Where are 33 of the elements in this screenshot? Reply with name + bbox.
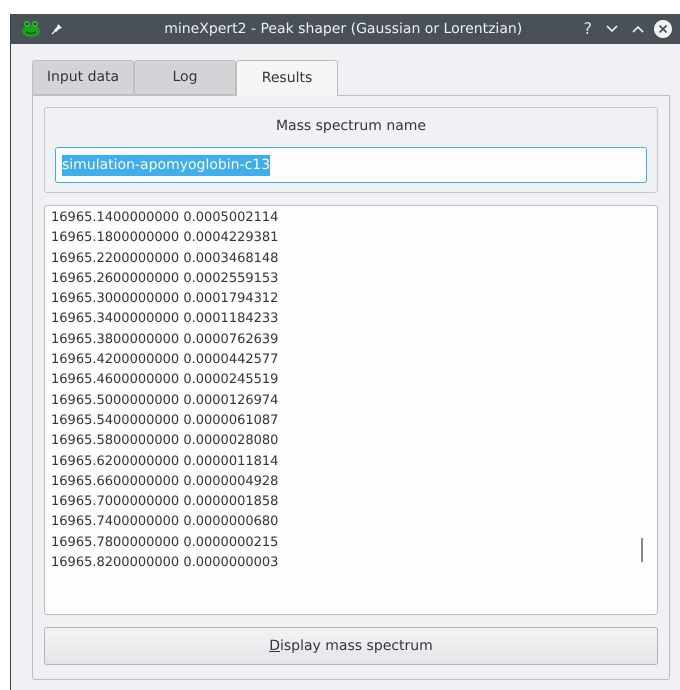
- result-line: 16965.7800000000 0.0000000215: [51, 534, 278, 552]
- result-line: 16965.5000000000 0.0000126974: [51, 392, 278, 410]
- result-line: 16965.8200000000 0.0000000003: [51, 554, 278, 572]
- result-line: 16965.4200000000 0.0000442577: [51, 351, 278, 370]
- result-line: 16965.3800000000 0.0000762639: [51, 330, 278, 349]
- tab[interactable]: Log: [134, 60, 236, 95]
- results-text-area[interactable]: [44, 205, 658, 615]
- result-line: 16965.5800000000 0.0000028080: [51, 432, 278, 450]
- display-mass-spectrum-button[interactable]: Display mass spectrum: [44, 627, 658, 665]
- result-line: 16965.2200000000 0.0003468148: [51, 250, 278, 268]
- result-line: 16965.7000000000 0.0000001858: [51, 493, 278, 512]
- result-line: 16965.1400000000 0.0005002114: [51, 209, 278, 227]
- minimize-icon[interactable]: [606, 25, 618, 33]
- close-icon[interactable]: [654, 20, 672, 38]
- result-line: 16965.2600000000 0.0002559153: [51, 270, 278, 288]
- result-line: 16965.1800000000 0.0004229381: [51, 229, 278, 248]
- maximize-icon[interactable]: [632, 25, 644, 33]
- result-line: 16965.7400000000 0.0000000680: [51, 513, 278, 532]
- result-line: 16965.6200000000 0.0000011814: [51, 452, 278, 471]
- help-button[interactable]: ?: [584, 17, 592, 41]
- pin-icon[interactable]: [51, 23, 63, 35]
- frog-icon: [21, 20, 41, 38]
- window-title: mineXpert2 - Peak shaper (Gaussian or Lorentzian): [163, 20, 524, 38]
- result-line: 16965.3000000000 0.0001794312: [51, 290, 278, 308]
- tab[interactable]: Results: [236, 60, 338, 96]
- scrollbar-thumb[interactable]: [641, 538, 643, 562]
- tab[interactable]: Input data: [32, 60, 134, 95]
- result-line: 16965.4600000000 0.0000245519: [51, 371, 278, 390]
- result-line: 16965.6600000000 0.0000004928: [51, 472, 278, 491]
- result-line: 16965.3400000000 0.0001184233: [51, 310, 278, 328]
- result-line: 16965.5400000000 0.0000061087: [51, 412, 278, 430]
- field-value: simulation-apomyoglobin-c13: [62, 154, 270, 176]
- group-title: Mass spectrum name: [276, 117, 426, 136]
